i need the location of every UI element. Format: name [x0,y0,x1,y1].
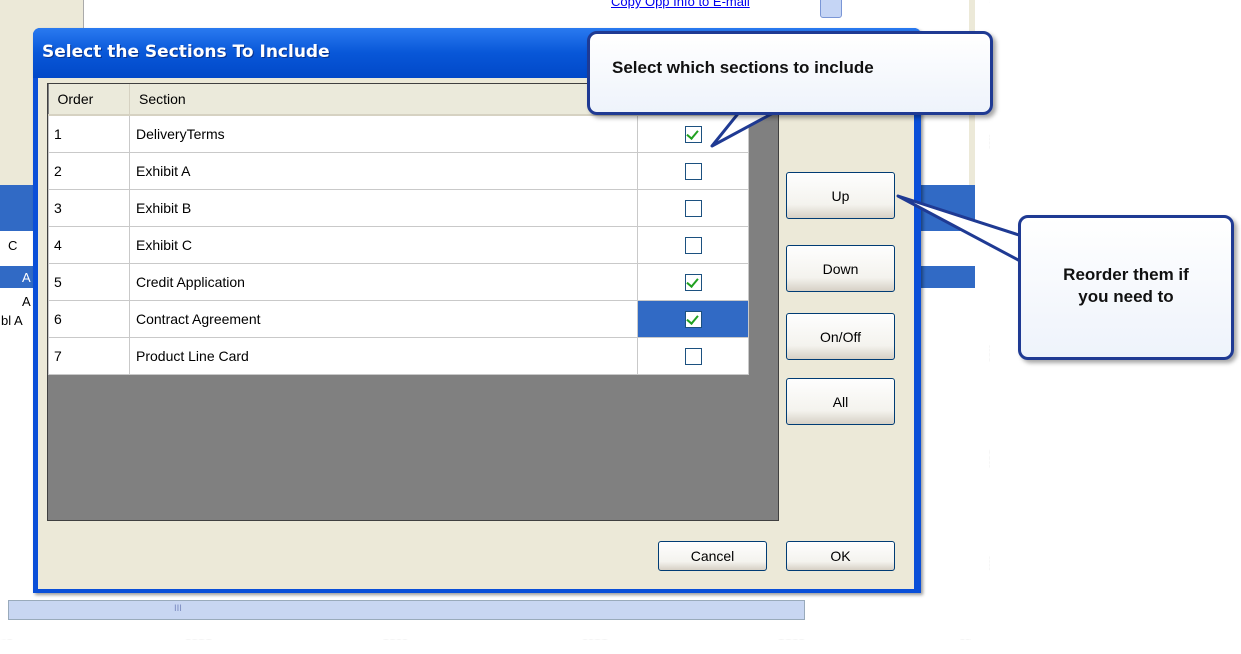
callout-reorder: Reorder them if you need to [1018,215,1234,360]
order-cell[interactable]: 3 [48,189,130,227]
section-name-cell[interactable]: Exhibit A [129,152,638,190]
include-cell[interactable] [637,263,749,301]
checkbox-checked[interactable] [684,273,702,291]
section-name-cell[interactable]: Credit Application [129,263,638,301]
horizontal-scrollbar[interactable]: III [8,600,805,620]
table-row[interactable]: 1 DeliveryTerms [48,114,749,153]
background-cell-fragment: A [22,294,31,309]
include-cell[interactable] [637,337,749,375]
chevron-down-icon[interactable] [820,0,842,18]
table-row[interactable]: 5 Credit Application [48,263,749,301]
include-cell[interactable] [637,189,749,227]
background-column-fragment: C [8,238,18,253]
down-button[interactable]: Down [786,245,895,292]
table-row[interactable]: 6 Contract Agreement [48,300,749,338]
callout-text: Reorder them if you need to [1021,264,1231,308]
table-row[interactable]: 3 Exhibit B [48,189,749,227]
table-row[interactable]: 2 Exhibit A [48,152,749,190]
section-name-cell[interactable]: DeliveryTerms [129,114,638,153]
order-cell[interactable]: 7 [48,337,130,375]
dialog-body: Order Section 1 DeliveryTerms 2 Exhibit A3E… [38,78,914,589]
order-cell[interactable]: 4 [48,226,130,264]
checkbox-unchecked[interactable] [684,162,702,180]
callout-line: you need to [1078,287,1174,306]
include-cell[interactable] [637,152,749,190]
cancel-button[interactable]: Cancel [658,541,767,571]
order-cell[interactable]: 5 [48,263,130,301]
background-cell-fragment: A [22,270,31,285]
checkbox-unchecked[interactable] [684,199,702,217]
section-name-cell[interactable]: Exhibit C [129,226,638,264]
include-cell[interactable] [637,114,749,153]
dialog-title: Select the Sections To Include [42,42,330,62]
sections-grid: Order Section 1 DeliveryTerms 2 Exhibit A3E… [47,83,779,521]
all-button[interactable]: All [786,378,895,425]
order-cell[interactable]: 6 [48,300,130,338]
up-button[interactable]: Up [786,172,895,219]
callout-text: Select which sections to include [612,58,874,77]
order-cell[interactable]: 1 [48,114,130,153]
on-off-button[interactable]: On/Off [786,313,895,360]
section-name-cell[interactable]: Exhibit B [129,189,638,227]
ok-button[interactable]: OK [786,541,895,571]
order-cell[interactable]: 2 [48,152,130,190]
table-row[interactable]: 4 Exhibit C [48,226,749,264]
checkbox-checked[interactable] [684,310,702,328]
column-header-order[interactable]: Order [48,84,130,116]
include-cell[interactable] [637,226,749,264]
copy-opp-info-link[interactable]: Copy Opp Info to E-mail [611,0,750,9]
background-cell-fragment: bl A [1,313,23,328]
checkbox-checked[interactable] [684,125,702,143]
table-row[interactable]: 7 Product Line Card [48,337,749,375]
callout-line: Reorder them if [1063,265,1189,284]
callout-select-sections: Select which sections to include [587,31,993,115]
scrollbar-grip[interactable]: III [174,604,182,614]
checkbox-unchecked[interactable] [684,236,702,254]
section-name-cell[interactable]: Contract Agreement [129,300,638,338]
checkbox-unchecked[interactable] [684,347,702,365]
section-name-cell[interactable]: Product Line Card [129,337,638,375]
sections-table: Order Section 1 DeliveryTerms 2 Exhibit A3E… [48,84,749,375]
column-header-section[interactable]: Section [129,84,638,116]
include-cell[interactable] [637,300,749,338]
